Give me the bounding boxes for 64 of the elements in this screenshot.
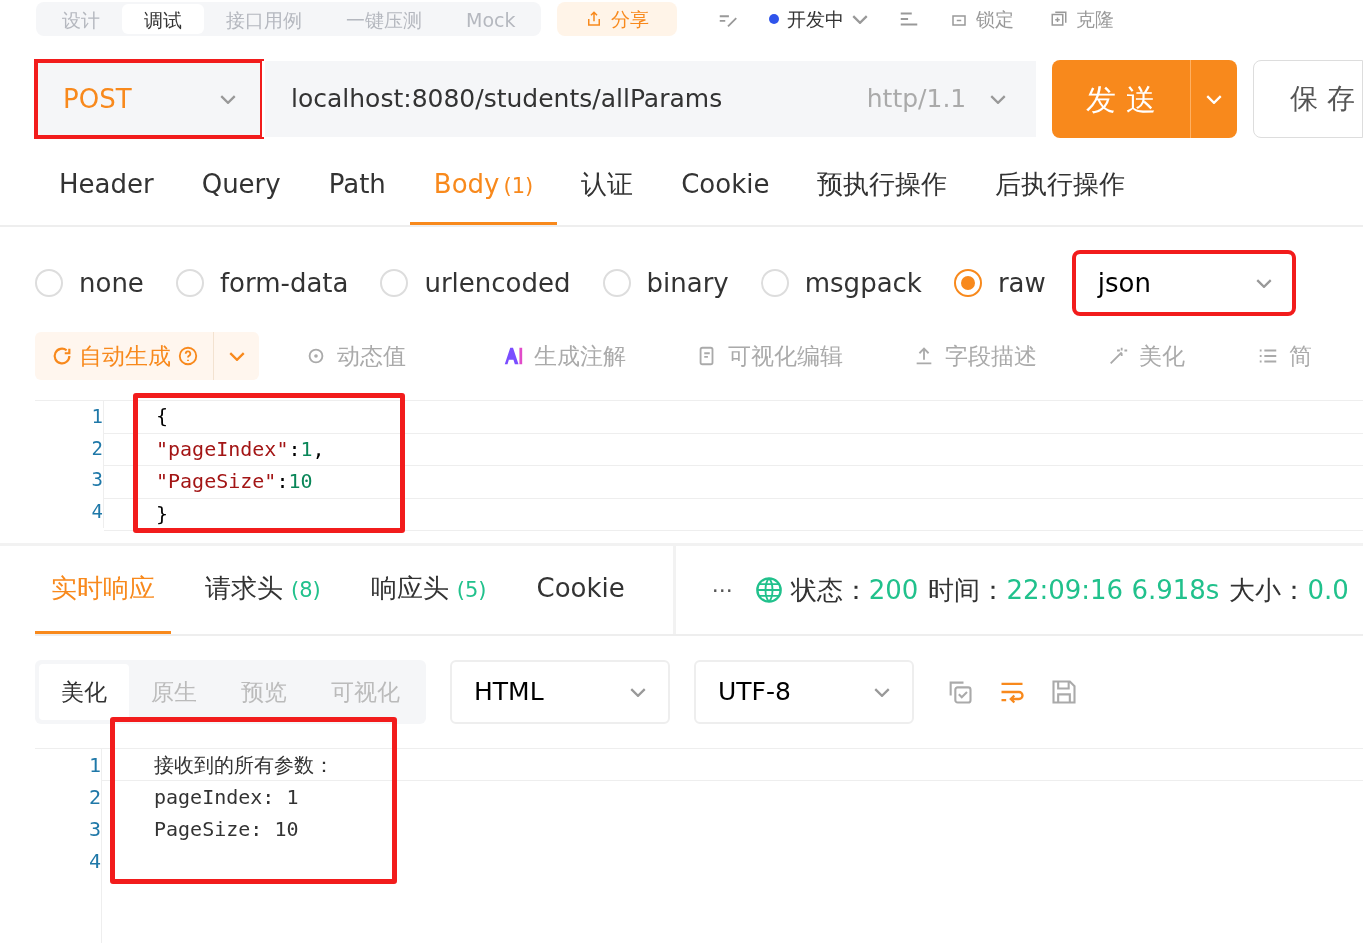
view-tab[interactable]: 美化 [39,664,129,720]
auto-generate-options[interactable] [213,332,259,380]
line-number: 1 [90,404,103,429]
ai-icon [502,345,524,367]
format-select[interactable]: json [1073,252,1294,314]
save-button[interactable]: 保 存 [1253,60,1363,138]
caret-icon [228,352,245,361]
wand-icon [1107,345,1129,367]
encoding-select[interactable]: UTF-8 [694,660,914,724]
globe-icon [754,576,783,604]
tab[interactable]: Cookie [657,165,794,225]
url-field[interactable]: localhost:8080/students/allParams http/1.1 [262,61,1037,137]
status-label: 大小： [1229,573,1308,607]
code-line: 接收到的所有参数： [102,749,1363,781]
caret-icon [874,687,890,697]
caret-icon [220,94,236,104]
tab[interactable]: 响应头 (5) [354,546,503,634]
status-value: 200 [868,573,919,607]
radio-option[interactable]: raw [953,263,1046,303]
caret-icon [990,94,1007,104]
radio-option[interactable]: binary [602,263,729,303]
line-number: 2 [87,784,101,811]
caret-icon [852,14,869,24]
line-number: 2 [90,435,103,461]
help-icon [177,345,199,367]
radio-option[interactable]: form-data [175,263,349,303]
tab[interactable]: Cookie [520,546,641,634]
code-line: { [104,401,1363,434]
tab[interactable]: Query [177,165,305,225]
tab[interactable]: 后执行操作 [971,165,1150,225]
status-value: 0.0 [1307,573,1349,607]
format-select[interactable]: HTML [450,660,670,724]
caret-icon [1206,95,1223,104]
line-number: 4 [90,498,103,524]
code-line: "pageIndex":1, [104,433,1363,466]
send-options-button[interactable] [1190,60,1238,138]
status-label: 状态： [790,573,869,607]
radio-button[interactable] [953,269,982,297]
radio-option[interactable]: msgpack [760,263,922,303]
line-number: 4 [87,848,101,875]
radio-option[interactable]: urlencoded [380,263,571,303]
tab[interactable]: 请求头 (8) [189,546,337,634]
more-button[interactable]: ··· [705,572,739,608]
tab[interactable]: 认证 [557,165,658,225]
code-line: pageIndex: 1 [153,784,300,811]
tab[interactable]: 预执行操作 [793,165,972,225]
status-label: 时间： [928,573,1007,607]
tab[interactable]: 调试 [122,4,204,34]
radio-option[interactable]: none [35,263,144,303]
line-number: 3 [90,467,103,492]
code-line: } [104,498,1363,531]
status-value: 22:09:16 6.918s [1006,573,1220,607]
caret-icon [1255,278,1272,288]
code-line: PageSize: 10 [153,816,300,843]
tab[interactable]: Path [304,165,410,225]
tab[interactable]: Header [35,165,178,225]
save-icon[interactable] [1050,678,1078,706]
clone-icon [1050,10,1069,28]
line-number: 1 [87,752,101,779]
caret-icon [630,687,646,697]
refresh-icon [51,345,73,367]
status-dropdown[interactable]: 开发中 [763,3,875,35]
line-number: 3 [87,816,101,843]
code-line: "PageSize":10 [104,466,1363,499]
